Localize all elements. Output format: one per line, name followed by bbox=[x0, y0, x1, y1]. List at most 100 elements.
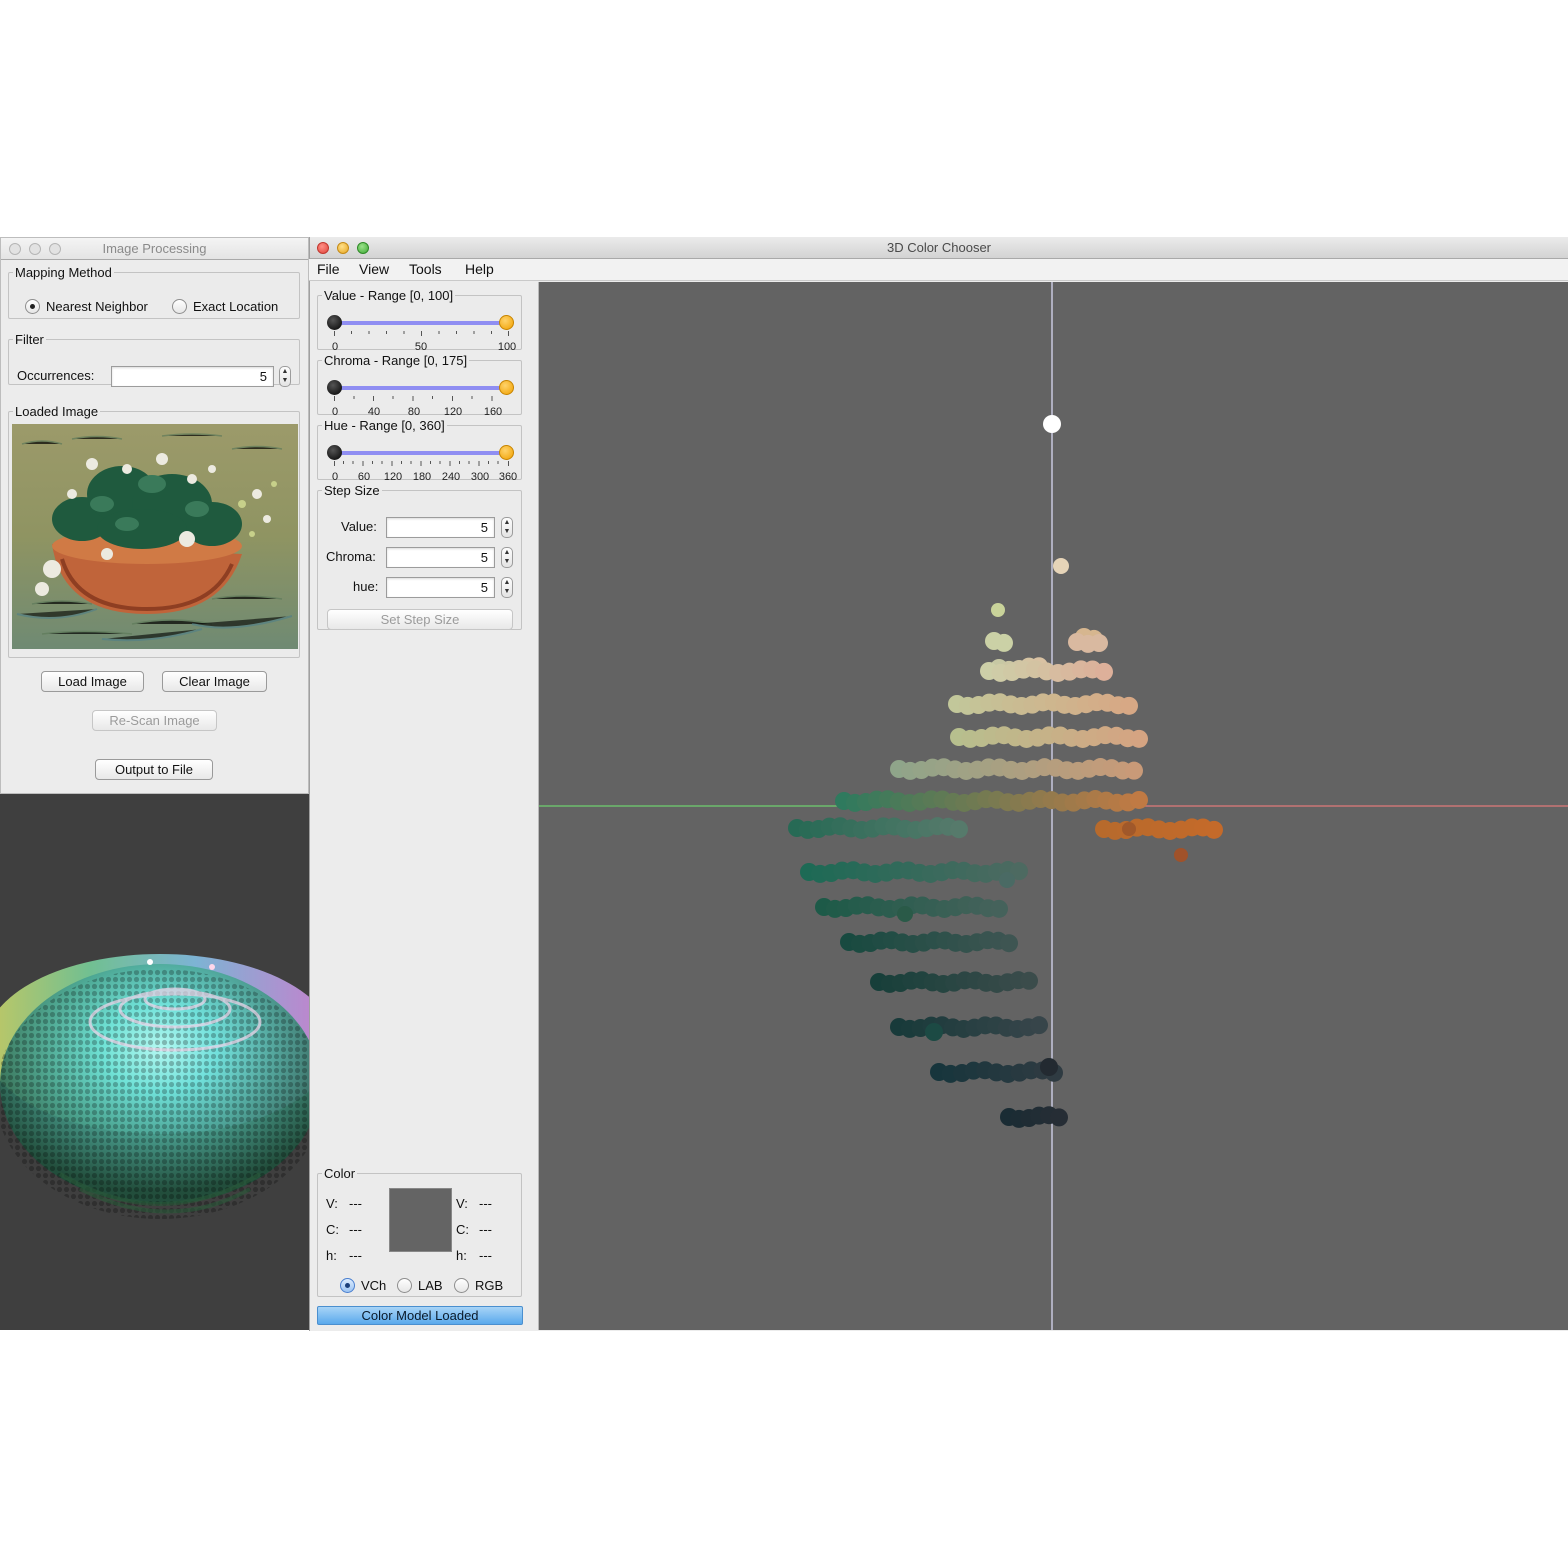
right-v-value: --- bbox=[479, 1196, 492, 1211]
right-c-value: --- bbox=[479, 1222, 492, 1237]
menu-file[interactable]: File bbox=[317, 261, 340, 277]
clear-image-button[interactable]: Clear Image bbox=[162, 671, 267, 692]
hue-low-knob[interactable] bbox=[327, 445, 342, 460]
hue-range-track[interactable] bbox=[335, 451, 507, 455]
image-processing-titlebar[interactable]: Image Processing bbox=[1, 238, 308, 260]
right-h-label: h: bbox=[456, 1248, 467, 1263]
chroma-tick-label: 40 bbox=[367, 406, 381, 418]
step-chroma-spinner-icon[interactable]: ▲ ▼ bbox=[501, 547, 513, 568]
image-processing-window: Image Processing Mapping Method Nearest … bbox=[0, 237, 309, 794]
menu-tools[interactable]: Tools bbox=[409, 261, 442, 277]
filter-legend: Filter bbox=[15, 332, 44, 347]
step-chroma-label: Chroma: bbox=[326, 549, 376, 564]
exact-location-label[interactable]: Exact Location bbox=[193, 299, 278, 314]
value-low-knob[interactable] bbox=[327, 315, 342, 330]
step-hue-spinner-icon[interactable]: ▲ ▼ bbox=[501, 577, 513, 598]
hue-tick-label: 360 bbox=[498, 471, 518, 483]
left-h-value: --- bbox=[349, 1248, 362, 1263]
color-point bbox=[1053, 558, 1069, 574]
vch-label[interactable]: VCh bbox=[361, 1278, 386, 1293]
close-icon[interactable] bbox=[317, 242, 329, 254]
left-c-value: --- bbox=[349, 1222, 362, 1237]
hue-tick-label: 120 bbox=[383, 471, 403, 483]
chroma-ticks bbox=[334, 396, 493, 401]
step-size-group: Step Size Value: 5 ▲ ▼ Chroma: 5 ▲ ▼ hue: … bbox=[317, 483, 522, 630]
chroma-low-knob[interactable] bbox=[327, 380, 342, 395]
color-point bbox=[1043, 415, 1061, 433]
chroma-high-knob[interactable] bbox=[499, 380, 514, 395]
color-point bbox=[990, 899, 1008, 918]
load-image-button[interactable]: Load Image bbox=[41, 671, 144, 692]
color-point bbox=[1130, 790, 1148, 809]
color-chooser-titlebar[interactable]: 3D Color Chooser bbox=[310, 237, 1568, 259]
left-v-label: V: bbox=[326, 1196, 338, 1211]
rgb-label[interactable]: RGB bbox=[475, 1278, 503, 1293]
hue-tick-label: 0 bbox=[331, 471, 339, 483]
output-to-file-button[interactable]: Output to File bbox=[95, 759, 213, 780]
minimize-icon[interactable] bbox=[337, 242, 349, 254]
value-tick-label: 100 bbox=[497, 341, 517, 353]
mapping-method-legend: Mapping Method bbox=[15, 265, 112, 280]
color-point bbox=[1020, 971, 1038, 990]
lab-label[interactable]: LAB bbox=[418, 1278, 443, 1293]
step-chroma-input[interactable]: 5 bbox=[386, 547, 495, 568]
step-hue-input[interactable]: 5 bbox=[386, 577, 495, 598]
value-range-track[interactable] bbox=[335, 321, 507, 325]
exact-location-radio[interactable] bbox=[172, 299, 187, 314]
minimize-icon[interactable] bbox=[29, 243, 41, 255]
left-v-value: --- bbox=[349, 1196, 362, 1211]
color-point bbox=[1000, 934, 1018, 953]
nearest-neighbor-radio[interactable] bbox=[25, 299, 40, 314]
rescan-image-button[interactable]: Re-Scan Image bbox=[92, 710, 217, 731]
chroma-tick-label: 0 bbox=[331, 406, 339, 418]
color-point bbox=[1122, 822, 1136, 836]
value-tick-label: 0 bbox=[331, 341, 339, 353]
hue-tick-label: 180 bbox=[412, 471, 432, 483]
right-v-label: V: bbox=[456, 1196, 468, 1211]
step-hue-label: hue: bbox=[353, 579, 379, 594]
chroma-range-legend: Chroma - Range [0, 175] bbox=[324, 353, 468, 368]
step-size-legend: Step Size bbox=[324, 483, 380, 498]
color-point bbox=[991, 603, 1005, 617]
zoom-icon[interactable] bbox=[357, 242, 369, 254]
nearest-neighbor-label[interactable]: Nearest Neighbor bbox=[46, 299, 148, 314]
left-h-label: h: bbox=[326, 1248, 337, 1263]
value-tick-label: 50 bbox=[414, 341, 428, 353]
color-group: Color V: --- C: --- h: --- V: --- C: ---… bbox=[317, 1166, 522, 1297]
hue-tick-label: 60 bbox=[357, 471, 371, 483]
menu-help[interactable]: Help bbox=[465, 261, 494, 277]
chroma-tick-label: 80 bbox=[407, 406, 421, 418]
zoom-icon[interactable] bbox=[49, 243, 61, 255]
step-value-input[interactable]: 5 bbox=[386, 517, 495, 538]
chroma-range-track[interactable] bbox=[335, 386, 507, 390]
close-icon[interactable] bbox=[9, 243, 21, 255]
color-point bbox=[1040, 1058, 1058, 1076]
loaded-painting-image bbox=[12, 424, 298, 649]
right-h-value: --- bbox=[479, 1248, 492, 1263]
color-point bbox=[1120, 696, 1138, 715]
hue-range-group: Hue - Range [0, 360] 0 60 120 180 240 30… bbox=[317, 418, 522, 483]
hue-high-knob[interactable] bbox=[499, 445, 514, 460]
hue-ticks bbox=[334, 461, 509, 466]
mapping-method-group: Mapping Method Nearest Neighbor Exact Lo… bbox=[8, 265, 300, 319]
value-range-group: Value - Range [0, 100] 0 50 100 bbox=[317, 288, 522, 353]
window-title: 3D Color Chooser bbox=[886, 240, 992, 255]
color-point bbox=[925, 1023, 943, 1041]
right-c-label: C: bbox=[456, 1222, 469, 1237]
hue-range-legend: Hue - Range [0, 360] bbox=[324, 418, 445, 433]
secondary-3d-viewport[interactable] bbox=[0, 794, 309, 1330]
menu-view[interactable]: View bbox=[359, 261, 389, 277]
occurrences-input[interactable]: 5 bbox=[111, 366, 274, 387]
color-point bbox=[950, 820, 968, 839]
rgb-radio[interactable] bbox=[454, 1278, 469, 1293]
step-value-label: Value: bbox=[341, 519, 377, 534]
step-value-spinner-icon[interactable]: ▲ ▼ bbox=[501, 517, 513, 538]
vch-radio[interactable] bbox=[340, 1278, 355, 1293]
hue-tick-label: 240 bbox=[441, 471, 461, 483]
3d-color-viewport[interactable] bbox=[539, 282, 1568, 1330]
occurrences-spinner-icon[interactable]: ▲ ▼ bbox=[279, 366, 291, 387]
chroma-tick-label: 160 bbox=[483, 406, 503, 418]
lab-radio[interactable] bbox=[397, 1278, 412, 1293]
set-step-size-button[interactable]: Set Step Size bbox=[327, 609, 513, 630]
value-high-knob[interactable] bbox=[499, 315, 514, 330]
